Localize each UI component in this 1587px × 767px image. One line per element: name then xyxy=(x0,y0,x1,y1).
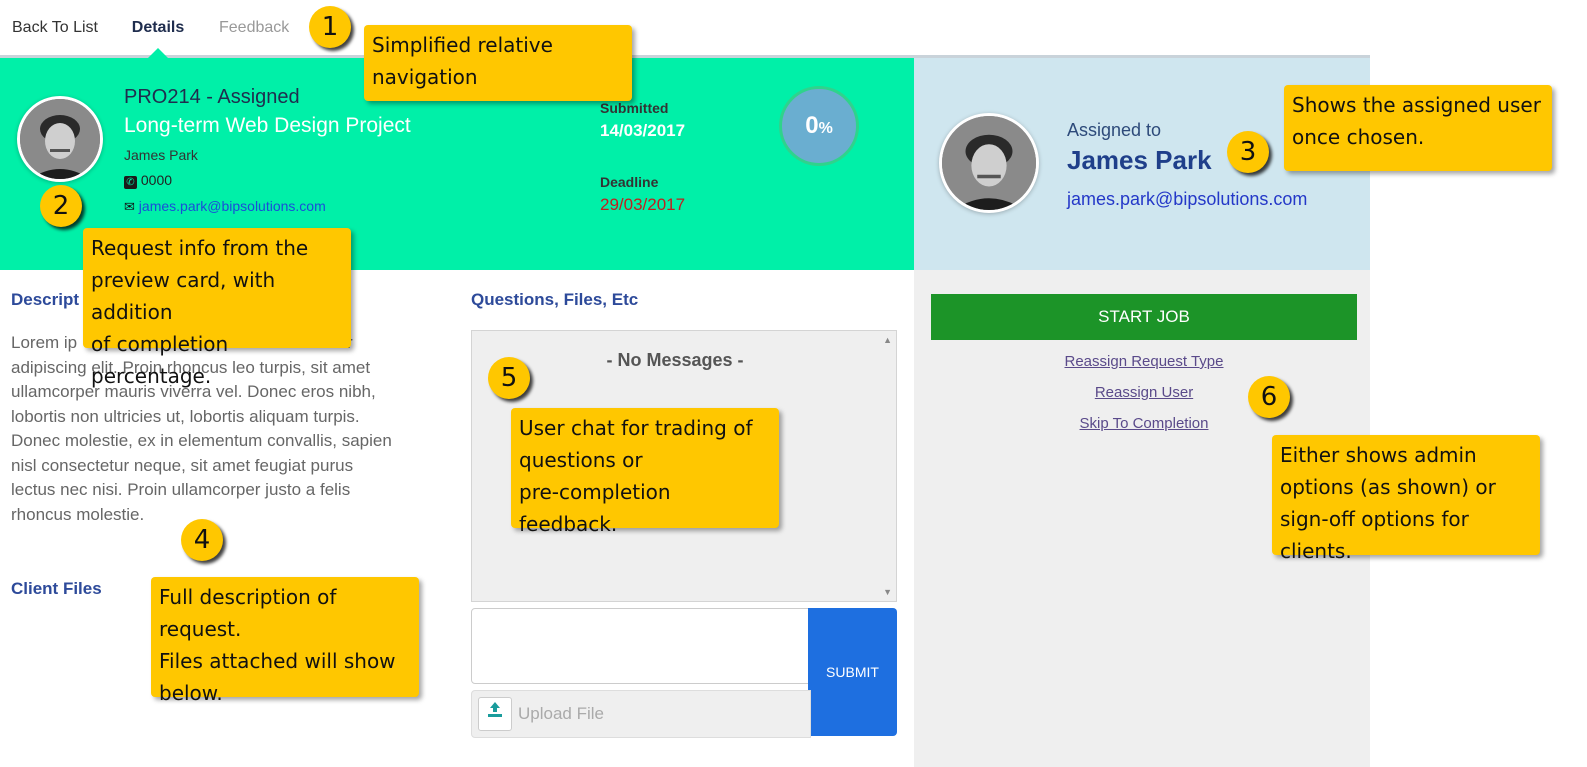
submitted-date: 14/03/2017 xyxy=(600,121,686,140)
back-to-list-tab[interactable]: Back To List xyxy=(12,0,98,56)
reassign-user-link[interactable]: Reassign User xyxy=(931,384,1357,401)
upload-placeholder: Upload File xyxy=(518,704,604,723)
callout-5: User chat for trading of questions or pre-… xyxy=(511,408,779,536)
phone-icon: ✆ xyxy=(124,176,137,189)
assignee-name: James Park xyxy=(1067,145,1212,175)
no-messages-text: - No Messages - xyxy=(606,350,744,370)
scroll-up-arrow-icon[interactable]: ▲ xyxy=(883,335,892,345)
request-code-status: PRO214 - Assigned xyxy=(124,86,300,108)
message-input[interactable] xyxy=(471,608,811,684)
client-files-heading: Client Files xyxy=(11,579,102,598)
callout-2: Request info from the preview card, with … xyxy=(83,228,351,388)
top-nav: Back To List Details Feedback xyxy=(0,0,1370,56)
assignee-avatar xyxy=(939,113,1039,213)
active-tab-caret xyxy=(148,48,168,58)
skip-to-completion-link[interactable]: Skip To Completion xyxy=(931,415,1357,432)
callout-6: Either shows admin options (as shown) or s… xyxy=(1272,435,1540,563)
reassign-request-type-link[interactable]: Reassign Request Type xyxy=(931,353,1357,370)
deadline-label: Deadline xyxy=(600,174,659,190)
callout-3: Shows the assigned user once chosen. xyxy=(1284,85,1552,171)
progress-unit: % xyxy=(818,120,833,137)
requester-avatar xyxy=(17,96,103,182)
callout-badge-5: 5 xyxy=(488,357,530,399)
deadline-date: 29/03/2017 xyxy=(600,195,686,214)
description-heading: Descript xyxy=(11,290,80,309)
feedback-tab[interactable]: Feedback xyxy=(219,0,289,56)
messages-heading: Questions, Files, Etc xyxy=(471,290,639,309)
callout-badge-3: 3 xyxy=(1227,131,1269,173)
callout-4: Full description of request. Files attach… xyxy=(151,577,419,705)
callout-badge-2: 2 xyxy=(40,185,82,227)
assignee-email-link[interactable]: james.park@bipsolutions.com xyxy=(1067,189,1307,210)
completion-progress-circle: 0% xyxy=(779,86,859,166)
phone-row: ✆ 0000 xyxy=(124,172,172,189)
description-line: lectus nec nisi. Proin ullamcorper justo… xyxy=(11,480,351,499)
submit-button[interactable]: SUBMIT xyxy=(808,608,897,736)
description-line: nisl consectetur neque, sit amet feugiat… xyxy=(11,455,354,475)
description-line: Donec molestie, ex in elementum convalli… xyxy=(11,431,392,450)
upload-icon[interactable] xyxy=(478,697,512,731)
callout-badge-1: 1 xyxy=(309,6,351,48)
phone-number: 0000 xyxy=(140,172,173,188)
callout-1: Simplified relative navigation xyxy=(364,25,632,101)
submitted-label: Submitted xyxy=(600,100,669,116)
start-job-button[interactable]: START JOB xyxy=(931,294,1357,340)
description-line: Lorem ip xyxy=(11,333,78,352)
callout-badge-4: 4 xyxy=(181,519,223,561)
request-title: Long-term Web Design Project xyxy=(124,114,411,137)
envelope-icon: ✉ xyxy=(124,199,135,214)
email-row: ✉ james.park@bipsolutions.com xyxy=(124,198,326,215)
assigned-to-label: Assigned to xyxy=(1067,120,1162,140)
progress-value: 0 xyxy=(805,112,819,139)
description-line: lobortis non ultricies ut, lobortis aliq… xyxy=(11,406,360,426)
requester-email-link[interactable]: james.park@bipsolutions.com xyxy=(139,198,326,214)
description-line: rhoncus molestie. xyxy=(11,504,145,524)
scroll-down-arrow-icon[interactable]: ▼ xyxy=(883,587,892,597)
callout-badge-6: 6 xyxy=(1248,376,1290,418)
upload-file-field[interactable]: Upload File xyxy=(471,690,811,738)
requester-name: James Park xyxy=(124,147,198,163)
